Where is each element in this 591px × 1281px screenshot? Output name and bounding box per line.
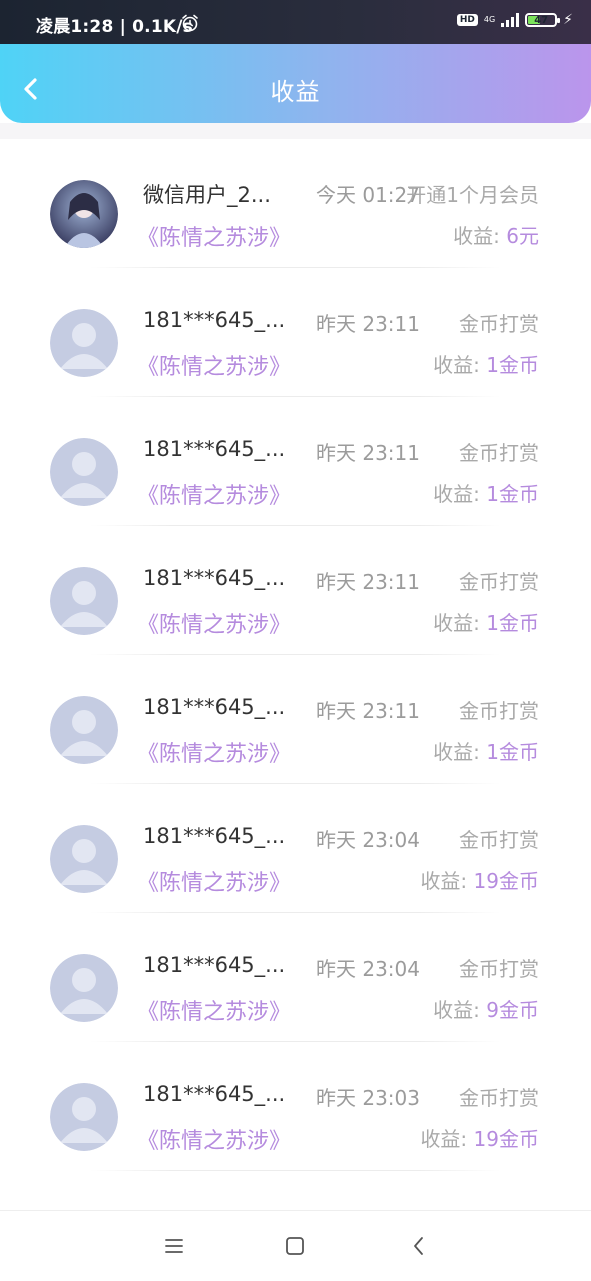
earning-value: 19金币 <box>473 1127 539 1151</box>
earning-amount: 收益: 19金币 <box>420 865 539 894</box>
book-title[interactable]: 《陈情之苏涉》 <box>137 349 291 381</box>
earning-label: 收益: <box>420 869 474 893</box>
book-title[interactable]: 《陈情之苏涉》 <box>137 607 291 639</box>
earnings-list: 微信用户_2... 今天 01:27 开通1个月会员 《陈情之苏涉》 收益: 6元 181… <box>0 139 591 1171</box>
avatar <box>50 180 118 248</box>
earning-amount: 收益: 9金币 <box>433 994 539 1023</box>
earning-value: 6元 <box>506 224 539 248</box>
book-title[interactable]: 《陈情之苏涉》 <box>137 994 291 1026</box>
triangle-back-icon[interactable] <box>408 1235 430 1257</box>
user-name: 181***645_... <box>143 1082 286 1106</box>
menu-lines-icon[interactable] <box>163 1235 185 1257</box>
earning-amount: 收益: 1金币 <box>433 736 539 765</box>
book-title[interactable]: 《陈情之苏涉》 <box>137 736 291 768</box>
earning-type: 金币打赏 <box>459 828 539 852</box>
user-name: 微信用户_2... <box>143 183 271 207</box>
timestamp: 昨天 23:11 <box>316 570 420 594</box>
earning-value: 19金币 <box>473 869 539 893</box>
timestamp: 昨天 23:11 <box>316 699 420 723</box>
avatar <box>50 567 118 635</box>
list-item[interactable]: 181***645_... 昨天 23:11 金币打赏《陈情之苏涉》 收益: 1金币 <box>0 655 591 784</box>
earning-type: 开通1个月会员 <box>406 183 539 207</box>
earning-amount: 收益: 1金币 <box>433 607 539 636</box>
earning-label: 收益: <box>433 611 487 635</box>
square-home-icon[interactable] <box>284 1235 306 1257</box>
timestamp: 昨天 23:11 <box>316 312 420 336</box>
header-spacer <box>0 123 591 139</box>
avatar <box>50 438 118 506</box>
list-item[interactable]: 181***645_... 昨天 23:11 金币打赏《陈情之苏涉》 收益: 1金币 <box>0 268 591 397</box>
book-title[interactable]: 《陈情之苏涉》 <box>137 865 291 897</box>
book-title[interactable]: 《陈情之苏涉》 <box>137 478 291 510</box>
user-name: 181***645_... <box>143 437 286 461</box>
earning-amount: 收益: 1金币 <box>433 478 539 507</box>
timestamp: 今天 01:27 <box>316 183 420 207</box>
battery-percent: 47 <box>534 14 549 26</box>
page-title: 收益 <box>270 78 321 106</box>
earning-type: 金币打赏 <box>459 699 539 723</box>
divider <box>90 1170 501 1171</box>
user-name: 181***645_... <box>143 953 286 977</box>
earning-label: 收益: <box>433 482 487 506</box>
lightning-bolt-icon: ⚡ <box>563 12 573 28</box>
earning-label: 收益: <box>420 1127 474 1151</box>
list-item[interactable]: 181***645_... 昨天 23:11 金币打赏《陈情之苏涉》 收益: 1金币 <box>0 397 591 526</box>
earning-type: 金币打赏 <box>459 441 539 465</box>
earning-label: 收益: <box>453 224 507 248</box>
list-item[interactable]: 微信用户_2... 今天 01:27 开通1个月会员《陈情之苏涉》 收益: 6元 <box>0 139 591 268</box>
earning-type: 金币打赏 <box>459 312 539 336</box>
earning-value: 9金币 <box>486 998 539 1022</box>
avatar <box>50 309 118 377</box>
earning-type: 金币打赏 <box>459 957 539 981</box>
timestamp: 昨天 23:11 <box>316 441 420 465</box>
list-item[interactable]: 181***645_... 昨天 23:04 金币打赏《陈情之苏涉》 收益: 9金币 <box>0 913 591 1042</box>
earning-amount: 收益: 6元 <box>453 220 539 249</box>
earning-label: 收益: <box>433 740 487 764</box>
avatar <box>50 1083 118 1151</box>
system-nav-bar <box>0 1210 591 1281</box>
avatar <box>50 696 118 764</box>
hd-badge: HD <box>456 14 478 26</box>
alarm-clock-icon <box>182 14 198 32</box>
user-name: 181***645_... <box>143 824 286 848</box>
status-right-group: HD 4G 47 ⚡ <box>456 12 573 28</box>
earning-value: 1金币 <box>486 353 539 377</box>
earning-value: 1金币 <box>486 482 539 506</box>
user-name: 181***645_... <box>143 695 286 719</box>
book-title[interactable]: 《陈情之苏涉》 <box>137 1123 291 1155</box>
battery-icon: 47 <box>525 13 561 27</box>
timestamp: 昨天 23:04 <box>316 828 420 852</box>
timestamp: 昨天 23:04 <box>316 957 420 981</box>
list-item[interactable]: 181***645_... 昨天 23:04 金币打赏《陈情之苏涉》 收益: 19金币 <box>0 784 591 913</box>
avatar <box>50 825 118 893</box>
earning-value: 1金币 <box>486 740 539 764</box>
list-item[interactable]: 181***645_... 昨天 23:11 金币打赏《陈情之苏涉》 收益: 1金币 <box>0 526 591 655</box>
earning-label: 收益: <box>433 353 487 377</box>
status-time: 凌晨1:28 | 0.1K/s <box>36 17 193 37</box>
app-header: 凌晨1:28 | 0.1K/s HD 4G 47 ⚡ 收益 <box>0 0 591 123</box>
earning-amount: 收益: 19金币 <box>420 1123 539 1152</box>
user-name: 181***645_... <box>143 308 286 332</box>
earning-type: 金币打赏 <box>459 570 539 594</box>
earning-amount: 收益: 1金币 <box>433 349 539 378</box>
earning-value: 1金币 <box>486 611 539 635</box>
status-bar: 凌晨1:28 | 0.1K/s HD 4G 47 ⚡ <box>0 0 591 44</box>
network-type: 4G <box>483 15 496 24</box>
timestamp: 昨天 23:03 <box>316 1086 420 1110</box>
list-item[interactable]: 181***645_... 昨天 23:03 金币打赏《陈情之苏涉》 收益: 19金币 <box>0 1042 591 1171</box>
earning-label: 收益: <box>433 998 487 1022</box>
avatar <box>50 954 118 1022</box>
signal-bars-icon <box>501 13 520 27</box>
book-title[interactable]: 《陈情之苏涉》 <box>137 220 291 252</box>
earning-type: 金币打赏 <box>459 1086 539 1110</box>
user-name: 181***645_... <box>143 566 286 590</box>
